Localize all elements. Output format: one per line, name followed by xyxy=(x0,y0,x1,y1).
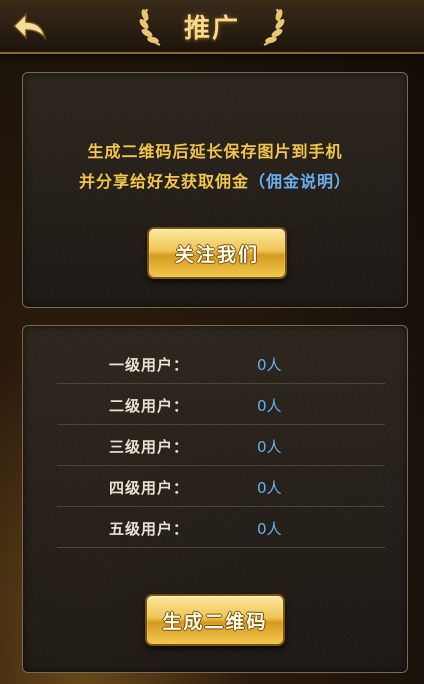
level-row-2: 二级用户： 0人 xyxy=(57,384,385,425)
top-bar: 推广 xyxy=(0,0,424,54)
level-label: 二级用户： xyxy=(109,397,190,415)
level-row-5: 五级用户： 0人 xyxy=(57,507,385,548)
user-levels-list: 一级用户： 0人 二级用户： 0人 三级用户： 0人 四级用户： 0人 五级用户… xyxy=(57,343,385,548)
level-label: 四级用户： xyxy=(109,479,190,497)
intro-line-1: 生成二维码后延长保存图片到手机 xyxy=(87,142,343,161)
title-group: 推广 xyxy=(0,0,424,52)
follow-us-button[interactable]: 关注我们 xyxy=(147,227,287,279)
level-count: 0人 xyxy=(257,397,282,415)
page-title: 推广 xyxy=(183,13,240,44)
level-count: 0人 xyxy=(257,356,282,374)
generate-qr-button[interactable]: 生成二维码 xyxy=(145,594,285,646)
intro-panel: 生成二维码后延长保存图片到手机 并分享给好友获取佣金（佣金说明） 关注我们 xyxy=(22,72,408,308)
user-levels-panel: 一级用户： 0人 二级用户： 0人 三级用户： 0人 四级用户： 0人 五级用户… xyxy=(22,325,408,673)
level-count: 0人 xyxy=(257,520,282,538)
level-label: 一级用户： xyxy=(109,356,190,374)
intro-line-2-text: 并分享给好友获取佣金 xyxy=(78,172,249,191)
intro-text: 生成二维码后延长保存图片到手机 并分享给好友获取佣金（佣金说明） xyxy=(23,137,407,197)
laurel-left-icon xyxy=(139,8,161,46)
intro-line-2: 并分享给好友获取佣金（佣金说明） xyxy=(23,167,407,197)
laurel-right-icon xyxy=(263,8,285,46)
level-row-4: 四级用户： 0人 xyxy=(57,466,385,507)
level-count: 0人 xyxy=(257,479,282,497)
level-row-3: 三级用户： 0人 xyxy=(57,425,385,466)
level-row-1: 一级用户： 0人 xyxy=(57,343,385,384)
level-label: 五级用户： xyxy=(109,520,190,538)
level-label: 三级用户： xyxy=(109,438,190,456)
level-count: 0人 xyxy=(257,438,282,456)
commission-info-link[interactable]: （佣金说明） xyxy=(249,172,351,191)
